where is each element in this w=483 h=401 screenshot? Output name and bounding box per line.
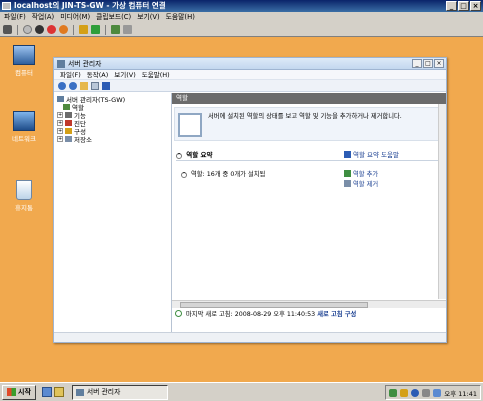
sm-menu-action[interactable]: 동작(A) bbox=[87, 70, 108, 79]
volume-tray-icon[interactable] bbox=[422, 388, 431, 397]
turn-off-icon[interactable] bbox=[35, 25, 44, 34]
add-roles-icon bbox=[344, 170, 351, 177]
vm-menu-action[interactable]: 작업(A) bbox=[32, 12, 54, 23]
configuration-icon bbox=[65, 128, 72, 134]
sm-menu-file[interactable]: 파일(F) bbox=[60, 70, 81, 79]
content-header: 역할 bbox=[172, 93, 446, 104]
maximize-button[interactable]: □ bbox=[458, 1, 469, 11]
up-folder-icon[interactable] bbox=[80, 81, 88, 90]
horizontal-scrollbar[interactable] bbox=[172, 300, 446, 308]
network-icon bbox=[13, 111, 35, 131]
sm-minimize-button[interactable]: _ bbox=[412, 59, 422, 68]
sm-maximize-button[interactable]: □ bbox=[423, 59, 433, 68]
roles-summary-title: 역할 요약 bbox=[186, 151, 213, 159]
sm-close-button[interactable]: × bbox=[434, 59, 444, 68]
expand-icon[interactable]: + bbox=[57, 128, 63, 134]
back-arrow-icon[interactable] bbox=[58, 81, 66, 90]
features-icon bbox=[65, 112, 72, 118]
sm-menu-help[interactable]: 도움말(H) bbox=[142, 70, 170, 79]
roles-count: ^ 역할: 16개 중 0개가 설치됨 bbox=[181, 171, 266, 178]
roles-description: 서버에 설치된 역할의 상태를 보고 역할 및 기능을 추가하거나 제거합니다. bbox=[208, 113, 402, 120]
server-manager-icon bbox=[57, 60, 65, 68]
vm-menu-view[interactable]: 보기(V) bbox=[137, 12, 159, 23]
help-tray-icon[interactable] bbox=[411, 388, 420, 397]
remove-roles-link[interactable]: 역할 제거 bbox=[344, 179, 378, 188]
show-desktop-icon[interactable] bbox=[41, 387, 52, 397]
diagnostics-icon bbox=[65, 120, 72, 126]
collapse-icon[interactable]: ^ bbox=[181, 172, 187, 178]
resume-icon[interactable] bbox=[91, 25, 100, 34]
vm-title-bar: localhost의 JIN-TS-GW - 가상 컴퓨터 연결 _ □ × bbox=[0, 0, 483, 12]
explorer-icon[interactable] bbox=[53, 387, 64, 397]
refresh-status-bar: 마지막 새로 고침: 2008-08-29 오후 11:40:53 새로 고침 … bbox=[172, 309, 446, 320]
roles-summary-help-link[interactable]: 역할 요약 도움말 bbox=[344, 149, 399, 161]
warning-tray-icon[interactable] bbox=[400, 388, 409, 397]
last-refresh-text: 마지막 새로 고침: 2008-08-29 오후 11:40:53 bbox=[186, 311, 316, 318]
server-manager-title-bar: 서버 관리자 _ □ × bbox=[54, 58, 446, 70]
vm-menu-help[interactable]: 도움말(H) bbox=[166, 12, 195, 23]
sm-status-bar bbox=[54, 332, 446, 342]
server-manager-window: 서버 관리자 _ □ × 파일(F) 동작(A) 보기(V) 도움말(H) 서버… bbox=[53, 57, 447, 343]
snapshot-icon[interactable] bbox=[111, 25, 120, 34]
quick-launch bbox=[41, 387, 64, 397]
shutdown-icon[interactable] bbox=[47, 25, 56, 34]
network-tray-icon[interactable] bbox=[389, 388, 398, 397]
vm-window-title: localhost의 JIN-TS-GW - 가상 컴퓨터 연결 bbox=[14, 1, 166, 10]
configure-refresh-link[interactable]: 새로 고침 구성 bbox=[317, 311, 356, 318]
roles-icon bbox=[63, 104, 70, 110]
expand-icon[interactable]: + bbox=[57, 120, 63, 126]
vm-menu-bar: 파일(F) 작업(A) 미디어(M) 클립보드(C) 보기(V) 도움말(H) bbox=[0, 12, 483, 23]
scrollbar-thumb[interactable] bbox=[180, 302, 368, 308]
server-icon bbox=[57, 96, 64, 102]
add-roles-link[interactable]: 역할 추가 bbox=[344, 169, 378, 178]
vertical-scrollbar[interactable] bbox=[438, 104, 446, 299]
navigation-tree: 서버 관리자(TS-GW) 역할 + 기능 + 진단 + 구성 + 저장소 bbox=[54, 93, 172, 342]
system-tray: 오후 11:41 bbox=[385, 385, 481, 400]
content-pane: 역할 서버에 설치된 역할의 상태를 보고 역할 및 기능을 추가하거나 제거합… bbox=[172, 93, 446, 342]
tree-item-storage[interactable]: + 저장소 bbox=[57, 135, 171, 144]
forward-arrow-icon[interactable] bbox=[69, 81, 77, 90]
sm-toolbar bbox=[54, 80, 446, 92]
pause-icon[interactable] bbox=[79, 25, 88, 34]
expand-icon[interactable]: + bbox=[57, 136, 63, 142]
server-manager-title: 서버 관리자 bbox=[68, 60, 102, 68]
ctrl-alt-del-icon[interactable] bbox=[3, 25, 12, 34]
remove-roles-icon bbox=[344, 180, 351, 187]
help-icon bbox=[344, 151, 351, 158]
close-button[interactable]: × bbox=[470, 1, 481, 11]
expand-icon[interactable]: + bbox=[57, 112, 63, 118]
recycle-bin-icon bbox=[16, 180, 32, 200]
server-manager-icon bbox=[75, 388, 84, 396]
sm-menu-view[interactable]: 보기(V) bbox=[114, 70, 135, 79]
vm-menu-clipboard[interactable]: 클립보드(C) bbox=[96, 12, 131, 23]
computer-icon bbox=[13, 45, 35, 65]
clock: 오후 11:41 bbox=[444, 389, 477, 398]
vm-menu-media[interactable]: 미디어(M) bbox=[60, 12, 90, 23]
vm-connection-icon bbox=[2, 2, 11, 10]
start-icon[interactable] bbox=[23, 25, 32, 34]
sm-menu-bar: 파일(F) 동작(A) 보기(V) 도움말(H) bbox=[54, 70, 446, 80]
start-button[interactable]: 시작 bbox=[2, 384, 36, 400]
roles-large-icon bbox=[178, 113, 202, 137]
desktop-icon-computer[interactable]: 컴퓨터 bbox=[4, 45, 44, 77]
refresh-icon[interactable] bbox=[175, 310, 182, 317]
roles-description-box: 서버에 설치된 역할의 상태를 보고 역할 및 기능을 추가하거나 제거합니다. bbox=[174, 107, 441, 141]
collapse-icon[interactable]: ^ bbox=[176, 153, 182, 159]
vm-toolbar bbox=[0, 23, 483, 37]
help-icon[interactable] bbox=[102, 81, 110, 90]
desktop-icon-recycle-bin[interactable]: 휴지통 bbox=[4, 180, 44, 212]
storage-icon bbox=[65, 136, 72, 142]
display-tray-icon[interactable] bbox=[433, 388, 442, 397]
revert-icon[interactable] bbox=[123, 25, 132, 34]
save-state-icon[interactable] bbox=[59, 25, 68, 34]
taskbar-item-server-manager[interactable]: 서버 관리자 bbox=[71, 384, 168, 400]
vm-menu-file[interactable]: 파일(F) bbox=[4, 12, 26, 23]
taskbar: 시작 서버 관리자 오후 11:41 bbox=[0, 382, 483, 401]
windows-logo-icon bbox=[7, 388, 16, 396]
desktop-icon-network[interactable]: 네트워크 bbox=[4, 111, 44, 143]
show-hide-tree-icon[interactable] bbox=[91, 81, 99, 90]
minimize-button[interactable]: _ bbox=[446, 1, 457, 11]
roles-summary-section[interactable]: ^ 역할 요약 역할 요약 도움말 bbox=[176, 149, 441, 161]
